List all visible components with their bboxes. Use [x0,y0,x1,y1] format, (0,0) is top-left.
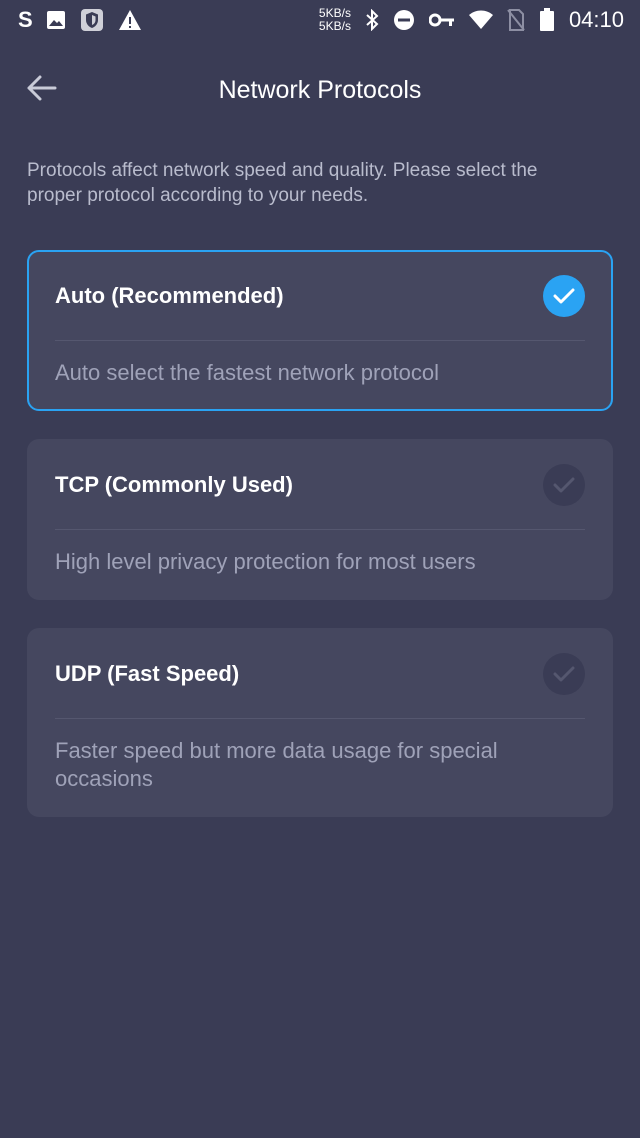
network-speed: 5KB/s 5KB/s [319,7,351,33]
protocol-list: Auto (Recommended) Auto select the faste… [27,250,613,845]
vpn-key-icon [428,12,455,28]
s-app-icon: S [18,7,33,32]
no-sim-icon [507,9,525,31]
page-description: Protocols affect network speed and quali… [27,160,538,206]
status-bar-right: 5KB/s 5KB/s 77 04:10 [319,7,624,33]
protocol-title: UDP (Fast Speed) [55,661,240,686]
warning-icon [118,9,142,31]
protocol-title: Auto (Recommended) [55,283,284,308]
gallery-icon [46,10,66,30]
protocol-title: TCP (Commonly Used) [55,472,293,497]
check-icon [543,653,585,695]
protocol-description: Faster speed but more data usage for spe… [55,738,498,791]
arrow-left-icon [26,74,58,107]
net-down-speed: 5KB/s [318,19,351,33]
page-title: Network Protocols [218,75,422,104]
status-bar-left: S [18,7,142,33]
check-icon [543,275,585,317]
dnd-icon [393,9,415,31]
wifi-icon [468,10,493,30]
check-icon [543,464,585,506]
bluetooth-icon [365,9,379,31]
protocol-option-tcp[interactable]: TCP (Commonly Used) High level privacy p… [27,439,613,600]
protocol-option-header: TCP (Commonly Used) [29,441,611,529]
back-button[interactable] [22,72,62,108]
protocol-option-header: UDP (Fast Speed) [29,630,611,718]
battery-icon: 77 [539,8,555,32]
protocol-option-udp[interactable]: UDP (Fast Speed) Faster speed but more d… [27,628,613,817]
clock: 04:10 [568,7,624,32]
status-bar: S 5KB/s 5KB/s 77 [0,0,640,40]
shield-icon [80,8,104,32]
app-header: Network Protocols [0,62,640,118]
protocol-description: Auto select the fastest network protocol [55,360,439,385]
protocol-description: High level privacy protection for most u… [55,549,476,574]
protocol-option-header: Auto (Recommended) [29,252,611,340]
protocol-option-auto[interactable]: Auto (Recommended) Auto select the faste… [27,250,613,411]
